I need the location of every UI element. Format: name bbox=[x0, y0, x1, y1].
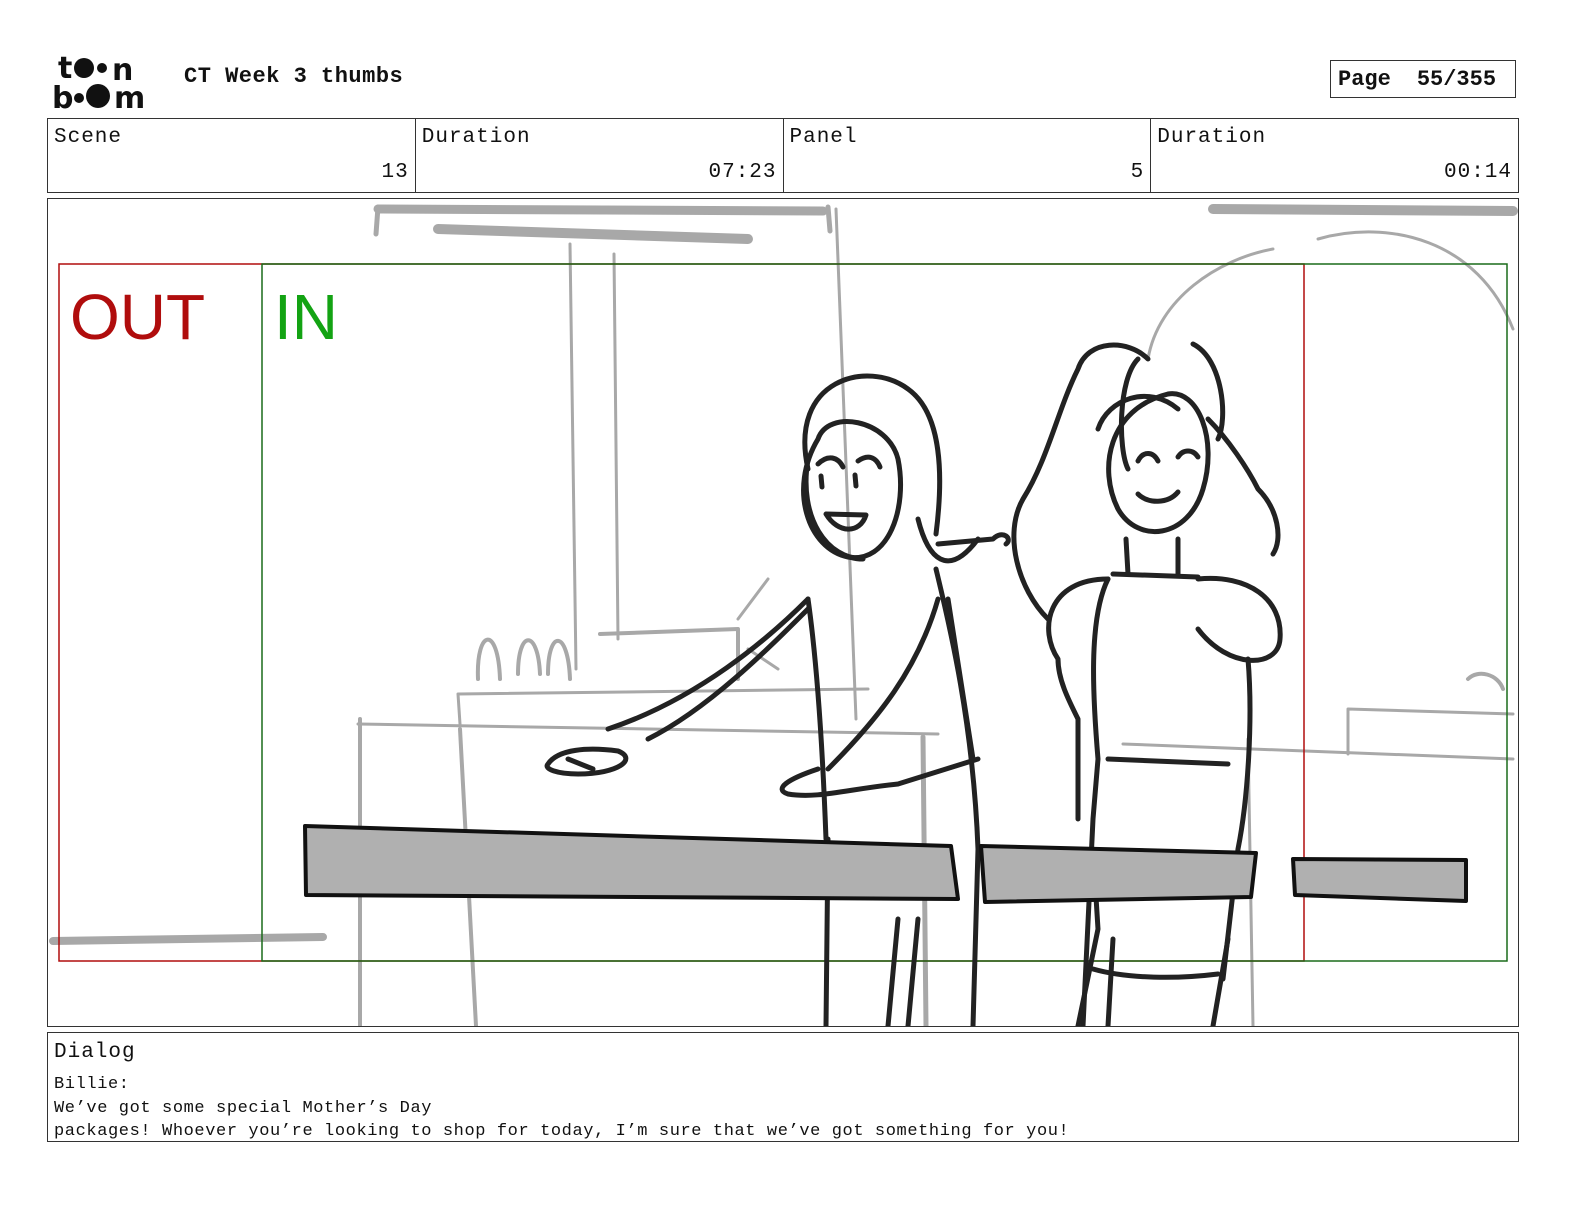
dialog-speaker: Billie: bbox=[54, 1075, 130, 1094]
svg-text:m: m bbox=[114, 81, 145, 112]
store-counter bbox=[303, 824, 1468, 904]
in-label: IN bbox=[274, 281, 338, 353]
dialog-line-2: packages! Whoever you’re looking to shop… bbox=[54, 1122, 1070, 1141]
storyboard-panel: OUT IN bbox=[47, 198, 1519, 1027]
panel-cell: Panel 5 bbox=[784, 119, 1152, 192]
scene-cell: Scene 13 bbox=[48, 119, 416, 192]
background-sketch bbox=[49, 204, 1518, 1026]
page-number: 55/355 bbox=[1416, 66, 1497, 92]
storyboard-sketch: OUT IN bbox=[49, 204, 1518, 1026]
page-indicator: Page 55/355 bbox=[1330, 60, 1516, 98]
panel-duration-label: Duration bbox=[1157, 126, 1267, 149]
svg-text:b: b bbox=[52, 81, 73, 112]
dialog-text: Billie: We’ve got some special Mother’s D… bbox=[54, 1073, 1069, 1144]
dialog-box: Dialog Billie: We’ve got some special Mot… bbox=[47, 1032, 1519, 1142]
scene-value: 13 bbox=[381, 161, 409, 184]
dialog-line-1: We’ve got some special Mother’s Day bbox=[54, 1098, 433, 1118]
panel-duration-value: 00:14 bbox=[1443, 161, 1512, 184]
out-label: OUT bbox=[70, 281, 205, 353]
scene-duration-label: Duration bbox=[421, 126, 531, 149]
panel-info-strip: Scene 13 Duration 07:23 Panel 5 Duration… bbox=[47, 118, 1519, 193]
scene-duration-value: 07:23 bbox=[708, 161, 777, 184]
scene-label: Scene bbox=[54, 126, 123, 149]
page-label: Page bbox=[1338, 66, 1391, 92]
toon-boom-logo: t n b m bbox=[52, 51, 164, 116]
dialog-label: Dialog bbox=[54, 1041, 136, 1064]
scene-duration-cell: Duration 07:23 bbox=[416, 119, 784, 192]
panel-duration-cell: Duration 00:14 bbox=[1151, 119, 1518, 192]
panel-label: Panel bbox=[789, 126, 858, 149]
character-right-sketch bbox=[1011, 341, 1283, 1026]
document-title: CT Week 3 thumbs bbox=[184, 64, 404, 89]
panel-value: 5 bbox=[1130, 161, 1145, 184]
